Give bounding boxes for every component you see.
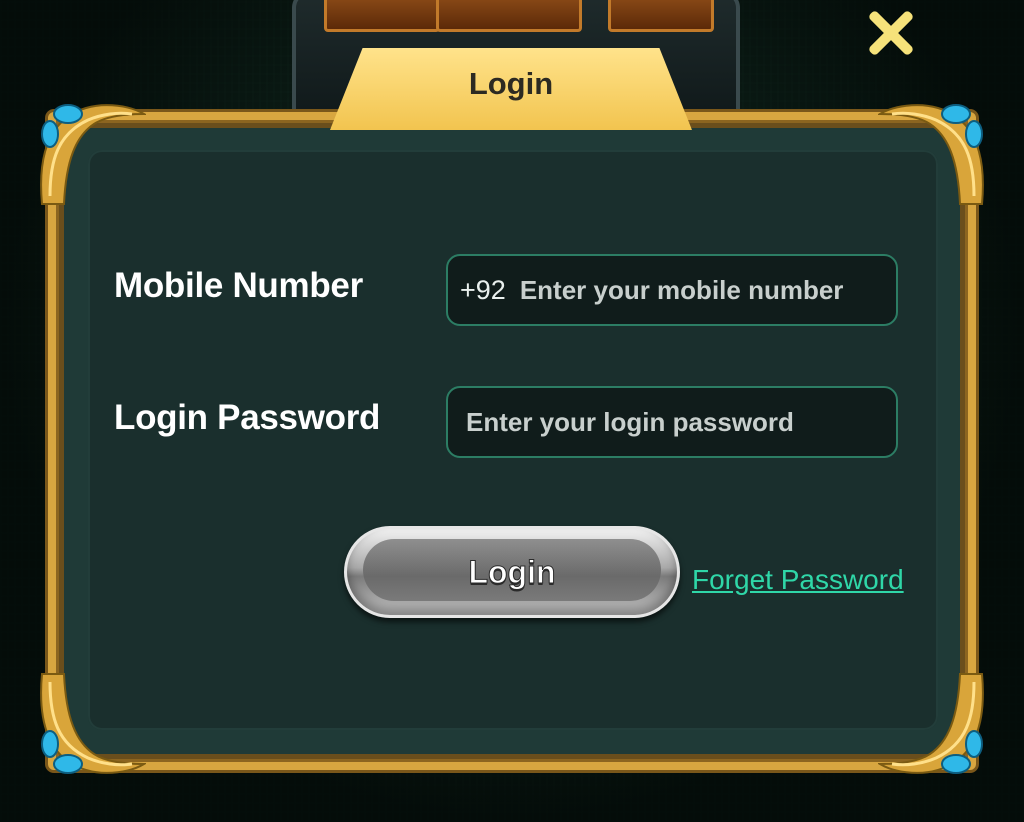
login-password-placeholder: Enter your login password [466,406,794,437]
login-password-input[interactable]: Enter your login password [446,386,898,458]
dialog-title: Login [468,66,554,101]
reel [324,0,440,32]
mobile-number-label: Mobile Number [114,266,363,305]
forget-password-link[interactable]: Forget Password [692,564,904,596]
reel [608,0,714,32]
mobile-number-placeholder: Enter your mobile number [519,274,844,305]
corner-ornament-icon [878,673,984,774]
login-password-label: Login Password [114,398,381,437]
close-icon[interactable] [866,8,916,58]
country-code-prefix: +92 [460,274,506,305]
login-button-label: Login [468,553,556,590]
mobile-number-input[interactable]: +92 Enter your mobile number [446,254,898,326]
corner-ornament-icon [40,673,146,774]
login-button[interactable]: Login [344,526,680,618]
corner-ornament-icon [878,104,984,205]
reel [436,0,582,32]
corner-ornament-icon [40,104,146,205]
